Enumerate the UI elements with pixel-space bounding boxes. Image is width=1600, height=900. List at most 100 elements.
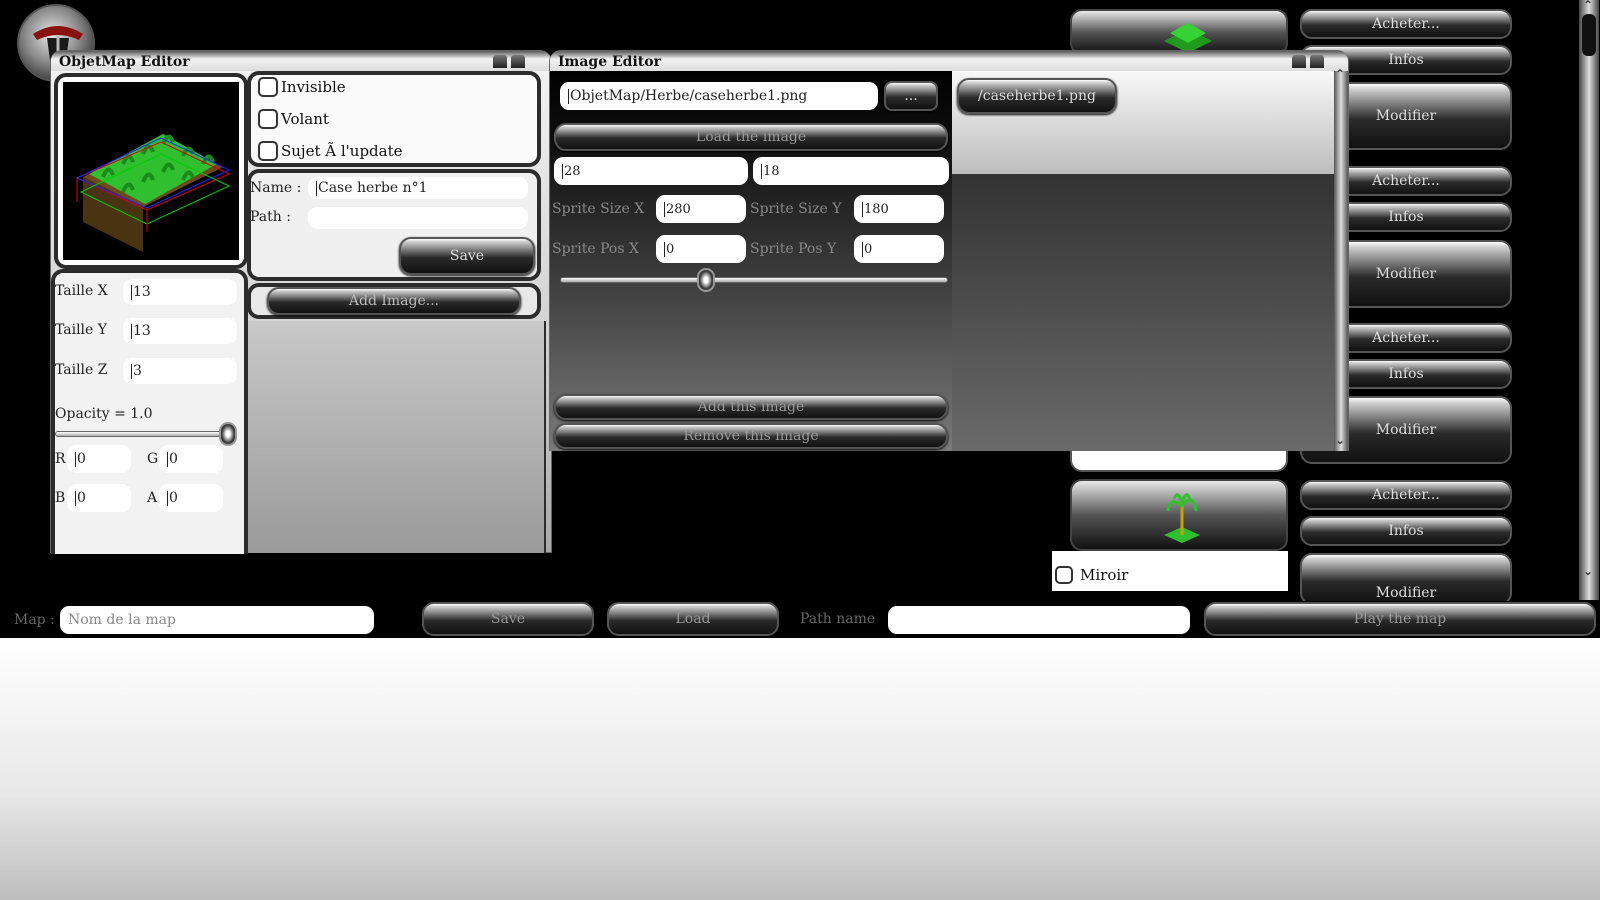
invisible-label: Invisible (281, 78, 346, 96)
scroll-up-icon[interactable]: ⌃ (1583, 0, 1593, 12)
sprite-pos-x-input[interactable]: 0 (656, 235, 746, 263)
taille-z-label: Taille Z (55, 362, 108, 378)
image-list-item[interactable]: /caseherbe1.png (957, 78, 1117, 114)
path-label: Path : (250, 209, 291, 225)
volant-checkbox[interactable] (258, 109, 278, 129)
infos-button-4[interactable]: Infos (1300, 516, 1512, 546)
scroll-thumb[interactable] (1582, 14, 1596, 56)
taille-y-input[interactable]: 13 (123, 318, 237, 344)
minimize-icon[interactable] (493, 55, 507, 68)
opacity-label: Opacity = 1.0 (55, 406, 153, 422)
sprite-size-x-value: 280 (666, 201, 691, 217)
sprite-size-y-value: 180 (864, 201, 889, 217)
update-label: Sujet Ã l'update (281, 142, 403, 160)
taille-z-input[interactable]: 3 (123, 358, 237, 384)
taille-x-input[interactable]: 13 (123, 279, 237, 305)
map-name-placeholder: Nom de la map (68, 612, 176, 628)
sprite-size-y-label: Sprite Size Y (750, 201, 842, 217)
acheter-button-4[interactable]: Acheter... (1300, 480, 1512, 510)
image-slider-knob[interactable] (697, 268, 715, 292)
r-value: 0 (77, 451, 86, 467)
objet-save-button[interactable]: Save (399, 237, 535, 275)
name-label: Name : (250, 180, 302, 196)
shop-item-tile-1[interactable] (1070, 9, 1288, 55)
shop-scrollbar[interactable]: ⌃ ⌄ (1579, 0, 1599, 600)
image-editor-close-icon[interactable] (1310, 55, 1324, 68)
opacity-slider-track[interactable] (55, 431, 235, 437)
add-this-image-button[interactable]: Add this image (554, 394, 948, 420)
image-editor-scrollbar[interactable]: ⌃ ⌄ (1334, 67, 1348, 451)
image-list-lower (952, 174, 1334, 451)
image-scroll-down-icon[interactable]: ⌄ (1335, 433, 1345, 447)
image-field-2-value: 18 (763, 163, 780, 179)
image-field-1-value: 28 (564, 163, 581, 179)
map-load-button[interactable]: Load (607, 602, 779, 636)
scroll-down-icon[interactable]: ⌄ (1583, 564, 1593, 578)
taille-x-label: Taille X (55, 283, 108, 299)
object-preview-image (63, 82, 239, 260)
image-slider-track[interactable] (560, 277, 948, 283)
map-name-input[interactable]: Nom de la map (60, 606, 374, 634)
opacity-slider-knob[interactable] (219, 422, 237, 446)
image-editor-title: Image Editor (558, 54, 661, 70)
image-editor-titlebar[interactable]: Image Editor (550, 51, 1348, 71)
invisible-checkbox[interactable] (258, 77, 278, 97)
sprite-pos-x-label: Sprite Pos X (552, 241, 639, 257)
a-input[interactable]: 0 (159, 484, 223, 512)
map-label: Map : (14, 612, 55, 628)
b-value: 0 (77, 490, 86, 506)
shop-item-tile-4[interactable] (1070, 479, 1288, 551)
objetmap-editor-window: ObjetMap Editor Invisible Volant Sujet Ã… (50, 50, 552, 554)
r-input[interactable]: 0 (67, 445, 131, 473)
g-value: 0 (169, 451, 178, 467)
sprite-size-x-input[interactable]: 280 (656, 195, 746, 223)
a-label: A (147, 490, 158, 506)
objetmap-editor-titlebar[interactable]: ObjetMap Editor (51, 51, 551, 71)
image-field-2[interactable]: 18 (753, 157, 949, 185)
image-path-value: ObjetMap/Herbe/caseherbe1.png (570, 88, 808, 104)
image-list-area (244, 321, 546, 553)
r-label: R (55, 451, 66, 467)
taille-z-value: 3 (133, 363, 142, 379)
image-scroll-up-icon[interactable]: ⌃ (1335, 67, 1345, 81)
taille-y-label: Taille Y (55, 322, 108, 338)
miroir-checkbox[interactable] (1055, 566, 1073, 584)
path-name-input[interactable] (888, 606, 1190, 634)
browse-button[interactable]: ... (884, 81, 938, 111)
map-save-button[interactable]: Save (422, 602, 594, 636)
image-editor-window: Image Editor ObjetMap/Herbe/caseherbe1.p… (549, 50, 1349, 451)
sprite-pos-y-value: 0 (864, 241, 873, 257)
volant-label: Volant (281, 110, 329, 128)
image-editor-minimize-icon[interactable] (1292, 55, 1306, 68)
sprite-pos-y-input[interactable]: 0 (854, 235, 944, 263)
remove-this-image-button[interactable]: Remove this image (554, 423, 948, 449)
b-input[interactable]: 0 (67, 484, 131, 512)
sprite-size-x-label: Sprite Size X (552, 201, 645, 217)
add-image-button[interactable]: Add Image... (267, 287, 521, 315)
image-field-1[interactable]: 28 (554, 157, 748, 185)
image-path-input[interactable]: ObjetMap/Herbe/caseherbe1.png (560, 82, 878, 110)
load-image-button[interactable]: Load the image (554, 123, 948, 151)
close-icon[interactable] (511, 55, 525, 68)
a-value: 0 (169, 490, 178, 506)
b-label: B (55, 490, 66, 506)
taille-y-value: 13 (133, 323, 151, 339)
sprite-size-y-input[interactable]: 180 (854, 195, 944, 223)
update-checkbox[interactable] (258, 141, 278, 161)
preview-frame (54, 73, 248, 269)
g-input[interactable]: 0 (159, 445, 223, 473)
path-name-label: Path name (800, 611, 876, 627)
sprite-pos-x-value: 0 (666, 241, 675, 257)
taille-x-value: 13 (133, 284, 151, 300)
g-label: G (147, 451, 159, 467)
game-viewport (0, 638, 1600, 900)
play-map-button[interactable]: Play the map (1204, 602, 1596, 636)
objetmap-editor-title: ObjetMap Editor (59, 54, 190, 70)
modifier-button-4[interactable]: Modifier (1300, 553, 1512, 605)
sprite-pos-y-label: Sprite Pos Y (750, 241, 837, 257)
name-input[interactable]: Case herbe n°1 (308, 177, 528, 199)
name-input-value: Case herbe n°1 (318, 180, 428, 196)
miroir-label: Miroir (1080, 566, 1129, 584)
acheter-button-1[interactable]: Acheter... (1300, 9, 1512, 39)
path-input[interactable] (308, 207, 528, 229)
